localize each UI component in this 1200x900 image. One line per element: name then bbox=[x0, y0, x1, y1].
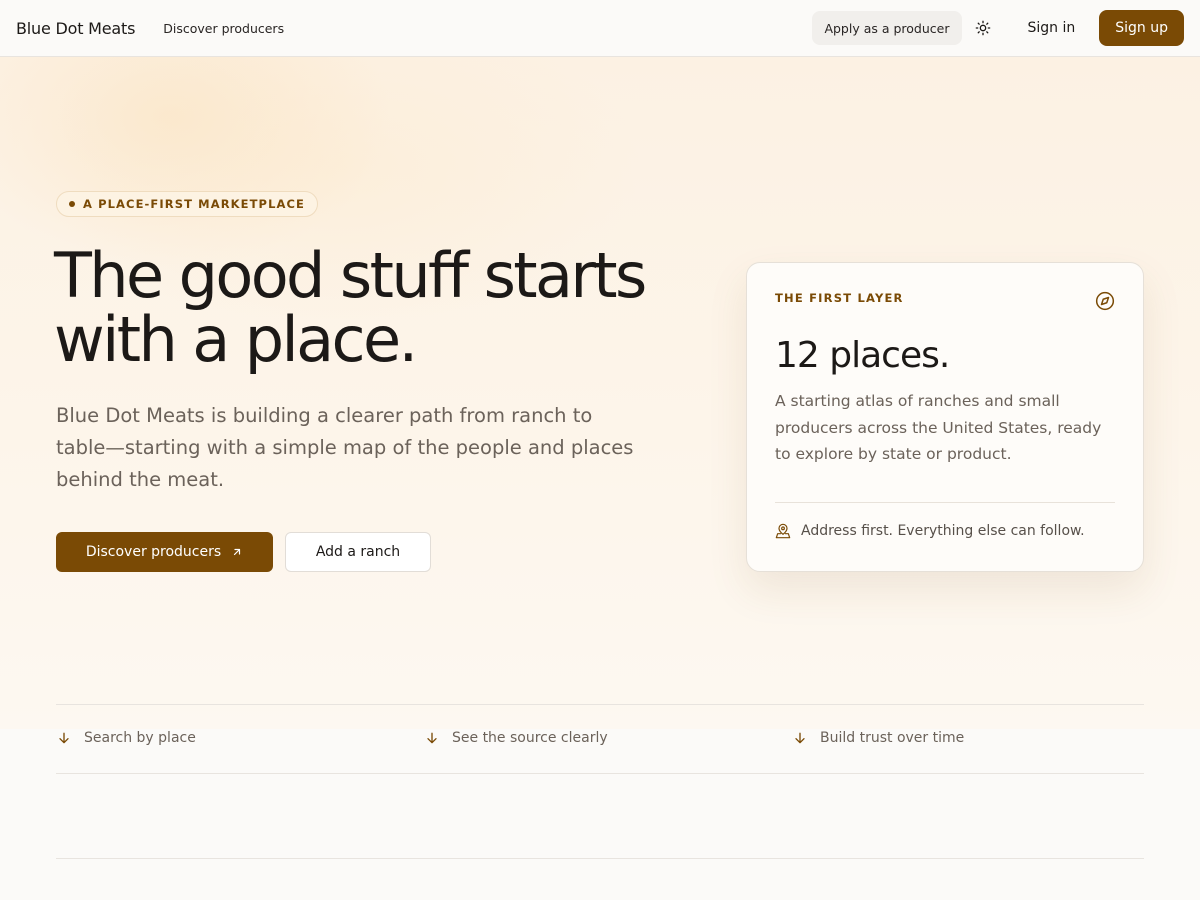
compass-icon bbox=[1095, 291, 1115, 311]
nav-actions: Apply as a producer Sign in Sign up bbox=[812, 10, 1184, 46]
card-divider bbox=[775, 502, 1115, 503]
strip-top-divider bbox=[56, 704, 1144, 705]
arrow-down-icon bbox=[795, 732, 805, 744]
brand-logo[interactable]: Blue Dot Meats bbox=[16, 19, 135, 38]
theme-toggle-button[interactable] bbox=[966, 11, 1000, 45]
arrow-down-icon bbox=[59, 732, 69, 744]
add-ranch-button[interactable]: Add a ranch bbox=[285, 532, 431, 572]
hero-headline: The good stuff starts with a place. bbox=[54, 239, 647, 376]
eyebrow-badge: A PLACE-FIRST MARKETPLACE bbox=[56, 191, 319, 217]
card-body: A starting atlas of ranches and small pr… bbox=[775, 392, 1102, 463]
badge-label: A PLACE-FIRST MARKETPLACE bbox=[83, 197, 306, 211]
map-pin-icon bbox=[775, 523, 791, 539]
section-divider bbox=[56, 858, 1144, 859]
strip-bottom-divider bbox=[56, 773, 1144, 774]
card-footnote-text: Address first. Everything else can follo… bbox=[801, 523, 1085, 539]
feature-label: Search by place bbox=[84, 730, 196, 746]
hero-subtext: Blue Dot Meats is building a clearer pat… bbox=[56, 404, 634, 491]
feature-label: Build trust over time bbox=[820, 730, 965, 746]
sign-up-button[interactable]: Sign up bbox=[1099, 10, 1184, 46]
feature-build-trust: Build trust over time bbox=[792, 730, 964, 746]
discover-producers-label: Discover producers bbox=[85, 544, 222, 560]
first-layer-card: THE FIRST LAYER 12 places. A starting at… bbox=[746, 262, 1144, 572]
nav-link-discover[interactable]: Discover producers bbox=[163, 21, 284, 36]
card-footnote: Address first. Everything else can follo… bbox=[775, 523, 1085, 539]
card-title: 12 places. bbox=[775, 335, 950, 376]
discover-producers-button[interactable]: Discover producers bbox=[56, 532, 273, 572]
sun-icon bbox=[975, 20, 990, 36]
arrow-up-right-icon bbox=[234, 548, 241, 556]
top-nav: Blue Dot Meats Discover producers Apply … bbox=[0, 0, 1200, 57]
feature-search-by-place: Search by place bbox=[56, 730, 196, 746]
feature-label: See the source clearly bbox=[452, 730, 608, 746]
apply-producer-button[interactable]: Apply as a producer bbox=[812, 11, 962, 45]
feature-see-source: See the source clearly bbox=[424, 730, 608, 746]
sign-in-button[interactable]: Sign in bbox=[1016, 20, 1088, 36]
card-eyebrow: THE FIRST LAYER bbox=[775, 291, 904, 305]
badge-dot-icon bbox=[69, 201, 75, 207]
arrow-down-icon bbox=[427, 732, 437, 744]
